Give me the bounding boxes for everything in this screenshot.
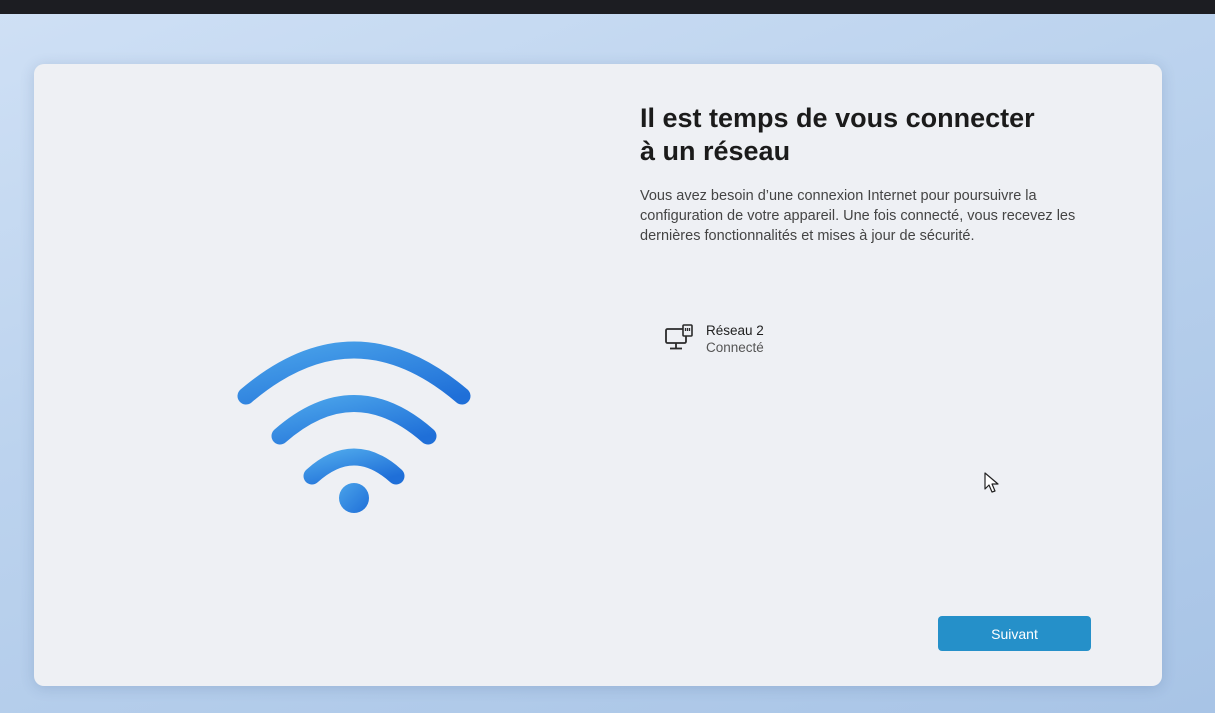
network-status: Connecté (706, 340, 764, 355)
network-name: Réseau 2 (706, 323, 764, 338)
screen-bezel (0, 0, 1215, 14)
mouse-pointer-icon (984, 472, 999, 493)
next-button[interactable]: Suivant (938, 616, 1091, 651)
network-item[interactable]: Réseau 2 Connecté (664, 322, 764, 356)
setup-dialog: Il est temps de vous connecter à un rése… (34, 64, 1162, 686)
wired-network-icon (665, 324, 693, 350)
page-description: Vous avez besoin d’une connexion Interne… (640, 188, 1076, 244)
setup-content: Il est temps de vous connecter à un rése… (640, 102, 1110, 355)
wifi-icon (237, 341, 471, 513)
network-text: Réseau 2 Connecté (706, 322, 764, 356)
page-title: Il est temps de vous connecter à un rése… (640, 103, 1035, 166)
